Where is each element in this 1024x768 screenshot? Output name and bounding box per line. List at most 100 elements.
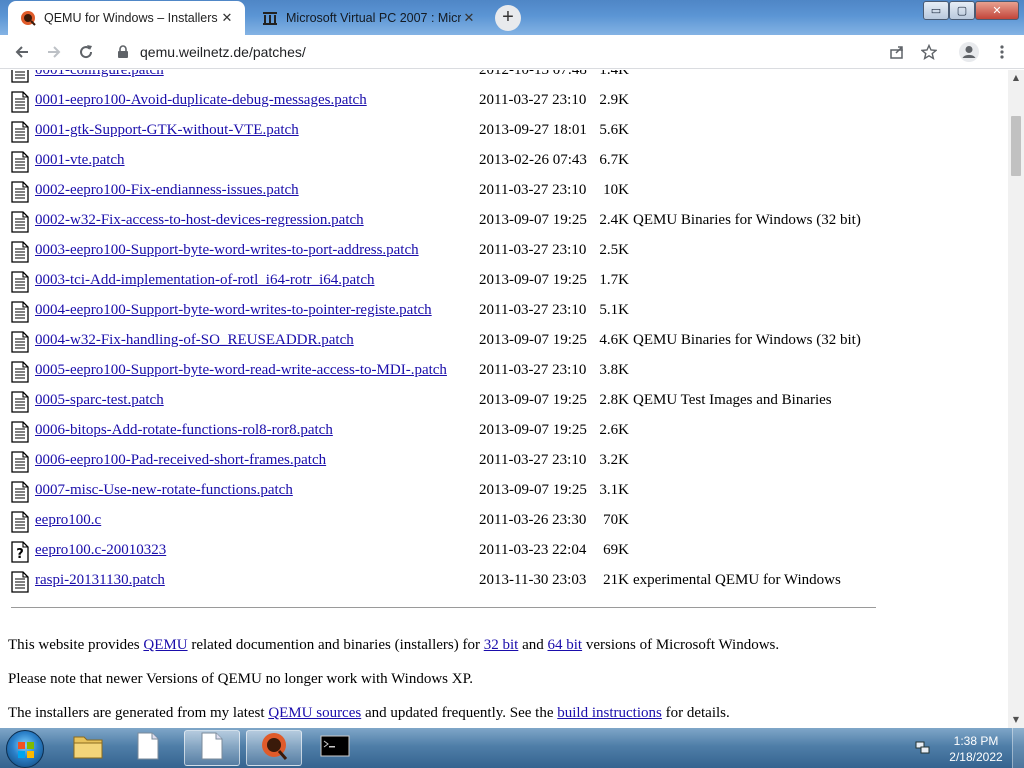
scrollbar-thumb[interactable] <box>1011 116 1021 176</box>
cmd-task[interactable] <box>307 730 363 766</box>
text-file-icon[interactable] <box>11 331 29 353</box>
file-link[interactable]: 0004-w32-Fix-handling-of-SO_REUSEADDR.pa… <box>35 332 354 349</box>
text-file-icon[interactable] <box>11 211 29 233</box>
file-size: 1.4K <box>599 70 629 78</box>
text: The installers are generated from my lat… <box>8 705 269 721</box>
text-file-icon[interactable] <box>11 121 29 143</box>
text-file-icon[interactable] <box>11 271 29 293</box>
vertical-scrollbar[interactable]: ▲ ▼ <box>1008 70 1024 728</box>
horizontal-rule <box>11 607 876 608</box>
text-file-icon[interactable] <box>11 151 29 173</box>
file-size: 6.7K <box>599 152 629 168</box>
listing-row: 0001-configure.patch 2012-10-13 07:48 1.4K <box>0 70 1000 87</box>
file-link[interactable]: 0002-w32-Fix-access-to-host-devices-regr… <box>35 212 364 229</box>
maximize-button[interactable]: ▢ <box>949 1 975 20</box>
scroll-down-arrow-icon[interactable]: ▼ <box>1008 712 1024 728</box>
file-link[interactable]: eepro100.c-20010323 <box>35 542 166 559</box>
explorer-task[interactable] <box>60 730 116 766</box>
address-bar[interactable]: qemu.weilnetz.de/patches/ <box>106 39 946 65</box>
tab-virtual-pc[interactable]: Microsoft Virtual PC 2007 : Micr ✕ <box>250 1 487 35</box>
file-date: 2013-02-26 07:43 <box>479 152 587 168</box>
text-file-icon[interactable] <box>11 361 29 383</box>
kebab-menu-icon[interactable] <box>991 41 1013 63</box>
scroll-up-arrow-icon[interactable]: ▲ <box>1008 70 1024 86</box>
qemu-link[interactable]: QEMU <box>143 637 187 653</box>
file-size: 10K <box>603 182 629 198</box>
intro-paragraph: This website provides QEMU related docum… <box>8 637 779 654</box>
text-file-icon[interactable] <box>11 181 29 203</box>
file-link[interactable]: 0001-eepro100-Avoid-duplicate-debug-mess… <box>35 92 367 109</box>
minimize-button[interactable]: ▭ <box>923 1 949 20</box>
file-date: 2012-10-13 07:48 <box>479 70 587 78</box>
file-link[interactable]: 0005-eepro100-Support-byte-word-read-wri… <box>35 362 447 379</box>
start-button[interactable] <box>6 730 44 768</box>
text: and updated frequently. See the <box>361 705 558 721</box>
share-icon[interactable] <box>886 41 908 63</box>
file-link[interactable]: 0003-eepro100-Support-byte-word-writes-t… <box>35 242 419 259</box>
clock[interactable]: 1:38 PM 2/18/2022 <box>941 733 1011 765</box>
bookmark-star-icon[interactable] <box>918 41 940 63</box>
text-file-icon[interactable] <box>11 481 29 503</box>
file-description: experimental QEMU for Windows <box>633 572 841 588</box>
file-link[interactable]: 0002-eepro100-Fix-endianness-issues.patc… <box>35 182 299 199</box>
32-bit-link[interactable]: 32 bit <box>484 637 519 653</box>
tab-qemu[interactable]: QEMU for Windows – Installers ( ✕ <box>8 1 245 35</box>
windows-taskbar: 1:38 PM 2/18/2022 <box>0 728 1024 768</box>
file-date: 2011-03-27 23:10 <box>479 302 587 318</box>
unknown-file-icon[interactable]: ? <box>11 541 29 563</box>
console-icon <box>320 735 350 761</box>
file-date: 2011-03-26 23:30 <box>479 512 587 528</box>
profile-avatar-icon[interactable] <box>958 41 980 63</box>
document-icon <box>137 732 159 764</box>
file-link[interactable]: 0006-bitops-Add-rotate-functions-rol8-ro… <box>35 422 333 439</box>
xp-note-paragraph: Please note that newer Versions of QEMU … <box>8 671 473 688</box>
file-link[interactable]: 0003-tci-Add-implementation-of-rotl_i64-… <box>35 272 375 289</box>
text-file-icon[interactable] <box>11 421 29 443</box>
close-tab-icon[interactable]: ✕ <box>461 10 477 26</box>
text-file-icon[interactable] <box>11 451 29 473</box>
file-link[interactable]: 0005-sparc-test.patch <box>35 392 164 409</box>
file-link[interactable]: 0001-gtk-Support-GTK-without-VTE.patch <box>35 122 299 139</box>
file-link[interactable]: 0006-eepro100-Pad-received-short-frames.… <box>35 452 326 469</box>
file-link[interactable]: 0001-vte.patch <box>35 152 125 169</box>
file-date: 2011-03-27 23:10 <box>479 242 587 258</box>
64-bit-link[interactable]: 64 bit <box>548 637 583 653</box>
show-desktop-button[interactable] <box>1012 728 1024 768</box>
tab-title: Microsoft Virtual PC 2007 : Micr <box>286 11 461 25</box>
listing-row: 0002-w32-Fix-access-to-host-devices-regr… <box>0 207 1000 237</box>
listing-row: 0001-vte.patch 2013-02-26 07:43 6.7K <box>0 147 1000 177</box>
text-file-icon[interactable] <box>11 511 29 533</box>
forward-arrow-icon[interactable] <box>43 41 65 63</box>
network-icon[interactable] <box>915 740 931 756</box>
text-file-icon[interactable] <box>11 571 29 593</box>
file-size: 5.6K <box>599 122 629 138</box>
text-file-icon[interactable] <box>11 241 29 263</box>
notepad-task-2[interactable] <box>184 730 240 766</box>
build-instructions-link[interactable]: build instructions <box>557 705 662 721</box>
file-link[interactable]: 0007-misc-Use-new-rotate-functions.patch <box>35 482 293 499</box>
qemu-sources-link[interactable]: QEMU sources <box>268 705 361 721</box>
reload-icon[interactable] <box>75 41 97 63</box>
file-size: 3.8K <box>599 362 629 378</box>
text-file-icon[interactable] <box>11 301 29 323</box>
text-file-icon[interactable] <box>11 91 29 113</box>
tab-title: QEMU for Windows – Installers ( <box>44 11 219 25</box>
file-link[interactable]: eepro100.c <box>35 512 101 529</box>
text-file-icon[interactable] <box>11 70 29 83</box>
listing-row: 0001-gtk-Support-GTK-without-VTE.patch 20… <box>0 117 1000 147</box>
file-link[interactable]: raspi-20131130.patch <box>35 572 165 589</box>
close-tab-icon[interactable]: ✕ <box>219 10 235 26</box>
lock-icon <box>118 45 128 58</box>
text-file-icon[interactable] <box>11 391 29 413</box>
notepad-task[interactable] <box>120 730 176 766</box>
listing-row: 0003-tci-Add-implementation-of-rotl_i64-… <box>0 267 1000 297</box>
file-size: 1.7K <box>599 272 629 288</box>
chrome-task[interactable] <box>246 730 302 766</box>
back-arrow-icon[interactable] <box>11 41 33 63</box>
file-link[interactable]: 0001-configure.patch <box>35 70 164 79</box>
new-tab-button[interactable]: + <box>495 5 521 31</box>
text: Please note that newer Versions of QEMU … <box>8 671 474 687</box>
folder-icon <box>73 733 103 763</box>
close-window-button[interactable]: ✕ <box>975 1 1019 20</box>
file-link[interactable]: 0004-eepro100-Support-byte-word-writes-t… <box>35 302 432 319</box>
